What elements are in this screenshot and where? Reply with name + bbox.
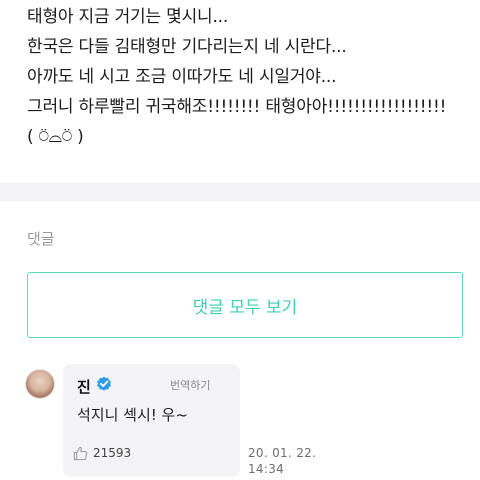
post-text-line: 한국은 다들 김태형만 기다리는지 네 시란다... bbox=[27, 37, 347, 57]
translate-link[interactable]: 번역하기 bbox=[170, 377, 210, 393]
post-emoticon: ( ⍥⌓⍥ ) bbox=[27, 127, 84, 147]
comment-text: 석지니 섹시! 우~ bbox=[77, 406, 188, 424]
comment-author[interactable]: 진 bbox=[77, 376, 91, 397]
section-divider bbox=[0, 183, 480, 201]
post-text-line: 그러니 하루빨리 귀국해조!!!!!!!! 태형아아!!!!!!!!!!!!!!… bbox=[27, 97, 447, 117]
comments-heading: 댓글 bbox=[27, 230, 55, 248]
comment-bubble: 진 번역하기 석지니 섹시! 우~ 21593 bbox=[63, 364, 240, 477]
avatar[interactable] bbox=[25, 369, 55, 399]
post-text-line: 아까도 네 시고 조금 이따가도 네 시일거야... bbox=[27, 67, 337, 87]
like-button[interactable]: 21593 bbox=[73, 445, 131, 461]
post-text-line: 태형아 지금 거기는 몇시니... bbox=[27, 7, 229, 27]
comment-time: 14:34 bbox=[248, 462, 285, 476]
comment-timestamp: 20. 01. 22. 14:34 bbox=[248, 445, 316, 477]
verified-badge-icon bbox=[97, 376, 111, 391]
thumbs-up-icon bbox=[73, 446, 88, 460]
comment-date: 20. 01. 22. bbox=[248, 446, 317, 460]
post-body: 태형아 지금 거기는 몇시니... 한국은 다들 김태형만 기다리는지 네 시란… bbox=[0, 0, 480, 183]
view-all-comments-button[interactable]: 댓글 모두 보기 bbox=[27, 272, 463, 338]
like-count: 21593 bbox=[93, 446, 132, 460]
